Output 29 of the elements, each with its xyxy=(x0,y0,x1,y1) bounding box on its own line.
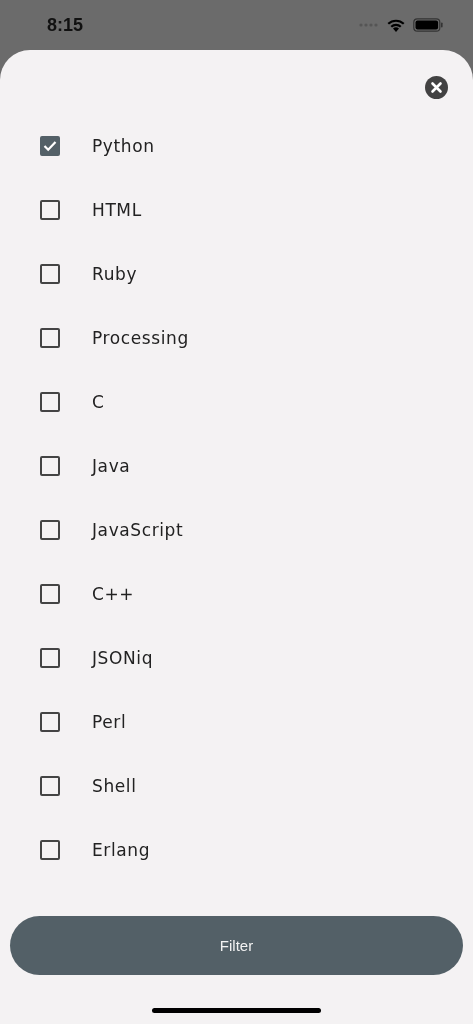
checkbox[interactable] xyxy=(40,776,60,796)
option-label: Java xyxy=(92,456,131,476)
option-label: JSONiq xyxy=(92,648,154,668)
option-label: Erlang xyxy=(92,840,151,860)
checkbox[interactable] xyxy=(40,456,60,476)
option-label: Processing xyxy=(92,328,189,348)
checkbox[interactable] xyxy=(40,392,60,412)
wifi-icon xyxy=(387,18,405,32)
option-label: Ruby xyxy=(92,264,138,284)
option-label: Python xyxy=(92,136,155,156)
close-button[interactable] xyxy=(425,76,448,99)
option-label: C++ xyxy=(92,584,135,604)
checkbox[interactable] xyxy=(40,328,60,348)
status-time: 8:15 xyxy=(47,14,84,36)
checkbox[interactable] xyxy=(40,840,60,860)
checkbox[interactable] xyxy=(40,200,60,220)
checkbox[interactable] xyxy=(40,584,60,604)
checkbox[interactable] xyxy=(40,712,60,732)
filter-button[interactable]: Filter xyxy=(10,916,463,975)
option-label: C xyxy=(92,392,105,412)
option-label: Perl xyxy=(92,712,127,732)
checkbox[interactable] xyxy=(40,520,60,540)
option-label: JavaScript xyxy=(92,520,184,540)
checkbox[interactable] xyxy=(40,648,60,668)
checkbox[interactable] xyxy=(40,264,60,284)
option-label: Shell xyxy=(92,776,137,796)
option-label: HTML xyxy=(92,200,142,220)
battery-icon xyxy=(413,18,443,32)
checkbox[interactable] xyxy=(40,136,60,156)
